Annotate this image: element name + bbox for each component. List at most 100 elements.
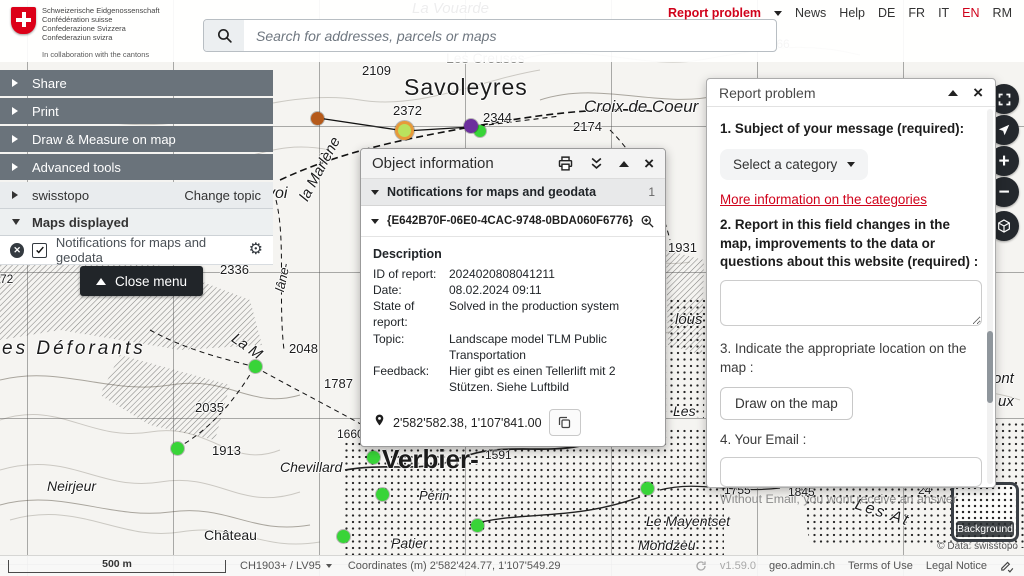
close-menu-button[interactable]: Close menu xyxy=(80,266,203,296)
message-textarea[interactable] xyxy=(720,280,982,326)
question-message: 2. Report in this field changes in the m… xyxy=(720,216,982,272)
feature-row[interactable]: {E642B70F-06E0-4CAC-9748-0BDA060F6776} xyxy=(361,206,665,237)
caret-down-icon xyxy=(371,190,379,195)
legal-notice-link[interactable]: Legal Notice xyxy=(926,560,987,572)
feature-marker-green[interactable] xyxy=(376,488,389,501)
feature-marker-purple[interactable] xyxy=(464,119,478,133)
feature-marker-green[interactable] xyxy=(171,442,184,455)
field-row: Topic:Landscape model TLM Public Transpo… xyxy=(373,331,653,363)
draw-on-map-button[interactable]: Draw on the map xyxy=(720,387,853,420)
zoom-to-feature-icon[interactable] xyxy=(640,214,655,229)
close-icon[interactable]: × xyxy=(644,155,654,172)
map-label: 2109 xyxy=(362,63,391,78)
sidebar-item-print[interactable]: Print xyxy=(0,98,273,124)
feature-marker-selected[interactable] xyxy=(395,121,414,140)
lang-rm[interactable]: RM xyxy=(993,6,1012,20)
caret-right-icon xyxy=(12,191,18,199)
chevron-down-icon[interactable] xyxy=(774,11,782,16)
sidebar-item-share[interactable]: Share xyxy=(0,70,273,96)
category-select[interactable]: Select a category xyxy=(720,149,868,180)
geoadmin-link[interactable]: geo.admin.ch xyxy=(769,560,835,572)
footer-links: v1.59.0 geo.admin.ch Terms of Use Legal … xyxy=(695,559,1014,573)
layer-visibility-checkbox[interactable] xyxy=(32,243,46,258)
scale-bar: 500 m xyxy=(8,560,226,573)
map-label: Neirjeur xyxy=(47,478,96,494)
map-attribution: © Data: swisstopo xyxy=(937,541,1018,552)
map-label: 2048 xyxy=(289,341,318,356)
sidebar-item-advanced-tools[interactable]: Advanced tools xyxy=(0,154,273,180)
map-label: Savoleyres xyxy=(404,74,528,101)
app-version: v1.59.0 xyxy=(720,560,756,572)
layer-results-section[interactable]: Notifications for maps and geodata 1 xyxy=(361,179,665,206)
sidebar: Share Print Draw & Measure on map Advanc… xyxy=(0,70,273,265)
projection-select[interactable]: CH1903+ / LV95 xyxy=(240,560,332,572)
lang-fr[interactable]: FR xyxy=(908,6,925,20)
panel-scrollbar-thumb[interactable] xyxy=(987,331,993,403)
report-problem-link[interactable]: Report problem xyxy=(668,6,761,20)
map-label: ux xyxy=(998,393,1014,410)
sidebar-item-draw-measure[interactable]: Draw & Measure on map xyxy=(0,126,273,152)
caret-right-icon xyxy=(12,135,18,143)
field-label: Date: xyxy=(373,282,449,298)
projection-value: CH1903+ / LV95 xyxy=(240,560,321,572)
federal-title-line: Confederaziun svizra xyxy=(42,33,160,42)
swiss-confederation-logo xyxy=(11,7,36,34)
field-label: State of report: xyxy=(373,298,449,330)
feature-marker-green[interactable] xyxy=(367,451,380,464)
terms-of-use-link[interactable]: Terms of Use xyxy=(848,560,913,572)
category-info-link[interactable]: More information on the categories xyxy=(720,192,927,207)
collaboration-note: In collaboration with the cantons xyxy=(42,50,149,59)
report-problem-titlebar[interactable]: Report problem × xyxy=(707,79,995,107)
caret-down-icon xyxy=(371,219,379,224)
caret-right-icon xyxy=(12,107,18,115)
close-menu-label: Close menu xyxy=(115,274,187,289)
field-row: State of report:Solved in the production… xyxy=(373,298,653,330)
description-title: Description xyxy=(373,246,653,263)
copy-coordinates-button[interactable] xyxy=(549,409,581,436)
print-icon[interactable] xyxy=(557,155,574,172)
feature-marker-green[interactable] xyxy=(249,360,262,373)
news-link[interactable]: News xyxy=(795,6,826,20)
expand-all-icon[interactable] xyxy=(589,156,604,171)
lang-it[interactable]: IT xyxy=(938,6,949,20)
email-field[interactable] xyxy=(720,457,982,487)
caret-right-icon xyxy=(12,79,18,87)
search-icon[interactable] xyxy=(204,20,244,51)
map-label: Patier xyxy=(391,535,428,551)
map-label: 2174 xyxy=(573,119,602,134)
panel-scrollbar[interactable] xyxy=(987,109,993,484)
object-information-titlebar[interactable]: Object information × xyxy=(361,149,665,179)
field-value: 08.02.2024 09:11 xyxy=(449,282,653,298)
help-link[interactable]: Help xyxy=(839,6,865,20)
question-subject: 1. Subject of your message (required): xyxy=(720,120,982,139)
map-label: es Déforants xyxy=(2,338,146,360)
feature-details: Description ID of report:202402080804121… xyxy=(361,237,665,401)
report-problem-panel: Report problem × 1. Subject of your mess… xyxy=(706,78,996,488)
map-label: Verbier- xyxy=(382,444,479,475)
lang-de[interactable]: DE xyxy=(878,6,895,20)
footer-bar: 500 m CH1903+ / LV95 Coordinates (m) 2'5… xyxy=(0,555,1024,576)
map-label: 2344 xyxy=(483,110,512,125)
feature-marker-green[interactable] xyxy=(641,482,654,495)
scale-label: 500 m xyxy=(102,558,132,570)
federal-title-line: Schweizerische Eidgenossenschaft xyxy=(42,6,160,15)
mouse-coordinates: Coordinates (m) 2'582'424.77, 1'107'549.… xyxy=(348,560,561,572)
collapse-window-icon[interactable] xyxy=(619,161,629,167)
search-input[interactable] xyxy=(244,20,776,51)
feature-marker-green[interactable] xyxy=(337,530,350,543)
feature-marker-green[interactable] xyxy=(471,519,484,532)
layer-settings-gear-icon[interactable]: ⚙ xyxy=(249,242,263,258)
change-topic-button[interactable]: Change topic xyxy=(184,188,261,203)
question-email: 4. Your Email : xyxy=(720,431,982,450)
feature-marker-orange[interactable] xyxy=(311,112,324,125)
collapse-panel-icon[interactable] xyxy=(948,90,958,96)
feedback-pen-icon[interactable] xyxy=(1000,559,1014,573)
question-location: 3. Indicate the appropriate location on … xyxy=(720,340,982,378)
sidebar-topic-row[interactable]: swisstopo Change topic xyxy=(0,182,273,209)
close-icon[interactable]: × xyxy=(973,84,983,101)
sidebar-maps-displayed-row[interactable]: Maps displayed xyxy=(0,209,273,236)
field-value: Solved in the production system xyxy=(449,298,653,330)
caret-down-icon xyxy=(12,219,20,225)
lang-en[interactable]: EN xyxy=(962,6,979,20)
remove-layer-icon[interactable]: ✕ xyxy=(10,243,24,258)
